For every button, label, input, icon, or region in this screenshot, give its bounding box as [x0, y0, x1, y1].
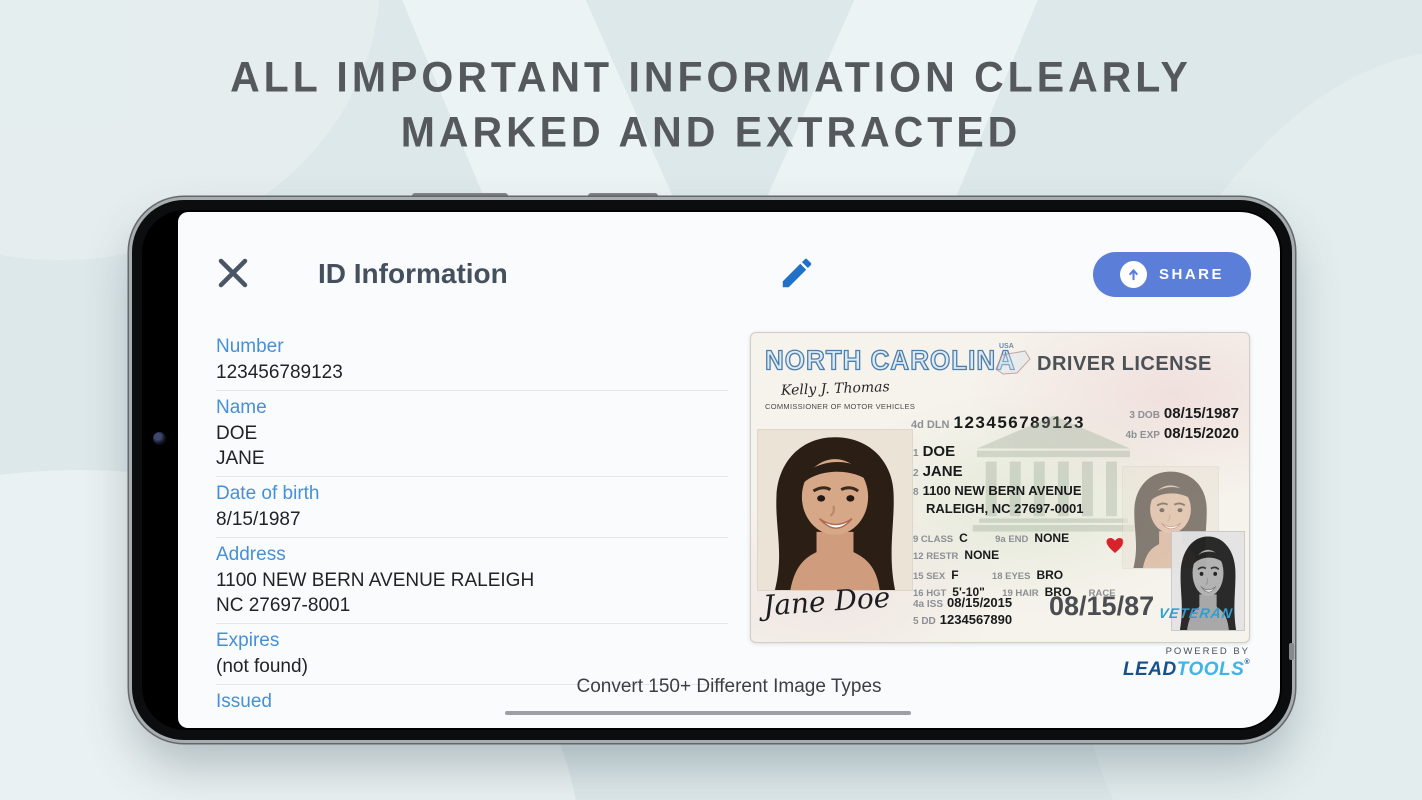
field-row-name: Name DOE JANE — [216, 395, 728, 477]
license-big-date: 08/15/87 — [1049, 591, 1155, 621]
field-value: 1100 NEW BERN AVENUE RALEIGH — [216, 570, 535, 591]
exp-value: 08/15/2020 — [1163, 425, 1239, 442]
share-button[interactable]: SHARE — [1093, 252, 1251, 297]
driver-license-image: NORTH CAROLINA USA DRIVER LICENSE Kelly … — [750, 332, 1250, 643]
footer-tagline: Convert 150+ Different Image Types — [576, 676, 882, 697]
screen-title: ID Information — [318, 258, 508, 289]
page-title-line2: MARKED AND EXTRACTED — [400, 108, 1022, 156]
class-label: 9 CLASS — [913, 534, 954, 545]
share-arrow-icon — [1119, 261, 1147, 288]
field-label: Address — [216, 544, 286, 565]
restr-label: 12 RESTR — [913, 550, 959, 562]
license-dd: 5 DD 1234567890 — [913, 612, 1012, 627]
nc-state-outline-icon — [995, 350, 1031, 375]
divider — [216, 537, 728, 538]
commissioner-signature: Kelly J. Thomas — [780, 379, 890, 399]
field-row-address: Address 1100 NEW BERN AVENUE RALEIGH NC … — [216, 542, 728, 624]
last-name-num: 1 — [913, 448, 919, 459]
field-value: JANE — [216, 448, 265, 469]
antenna-line — [1289, 643, 1294, 660]
license-dates: 3 DOB 08/15/1987 4b EXP 08/15/2020 — [1125, 405, 1239, 445]
end-value: NONE — [1034, 531, 1070, 545]
first-name: JANE — [922, 463, 963, 480]
page-title: ALL IMPORTANT INFORMATION CLEARLY MARKED… — [0, 50, 1422, 160]
commissioner-title: COMMISSIONER OF MOTOR VEHICLES — [765, 402, 916, 411]
restr-value: NONE — [964, 547, 1000, 562]
license-state-name: NORTH CAROLINA — [764, 344, 1016, 377]
field-label: Date of birth — [216, 483, 320, 504]
registered-mark: ® — [1244, 659, 1250, 666]
sex-value: F — [951, 568, 959, 582]
field-row-dob: Date of birth 8/15/1987 — [216, 481, 728, 538]
first-name-num: 2 — [913, 468, 919, 479]
divider — [216, 623, 728, 624]
last-name: DOE — [922, 443, 956, 460]
license-issue-date: 4a ISS 08/15/2015 — [913, 595, 1012, 610]
field-label: Number — [216, 336, 284, 357]
app-bar: ID Information SHARE — [178, 212, 1280, 312]
field-value: NC 27697-8001 — [216, 595, 351, 616]
license-portrait-photo — [757, 429, 913, 591]
license-doc-type: DRIVER LICENSE — [1037, 353, 1212, 375]
dob-value: 08/15/1987 — [1163, 405, 1239, 422]
eyes-label: 18 EYES — [991, 571, 1031, 582]
dln-label: 4d DLN — [911, 419, 950, 431]
iss-label: 4a ISS — [913, 599, 944, 610]
share-button-label: SHARE — [1158, 266, 1224, 283]
license-address: 8 1100 NEW BERN AVENUE RALEIGH, NC 27697-… — [913, 483, 1084, 517]
address-line2: RALEIGH, NC 27697-0001 — [926, 501, 1084, 516]
divider — [216, 390, 728, 391]
camera-icon — [153, 432, 166, 445]
field-value: 8/15/1987 — [216, 509, 301, 530]
dd-value: 1234567890 — [939, 612, 1013, 627]
dd-label: 5 DD — [913, 616, 936, 627]
class-value: C — [959, 531, 968, 545]
home-indicator[interactable] — [505, 711, 911, 715]
address-num: 8 — [913, 487, 919, 498]
license-name-block: 1 DOE 2 JANE — [913, 443, 963, 483]
end-label: 9a END — [995, 534, 1029, 545]
field-row-number: Number 123456789123 — [216, 334, 728, 391]
sex-label: 15 SEX — [913, 571, 946, 582]
field-value: 123456789123 — [216, 362, 343, 383]
phone-frame: ID Information SHARE Number 123456789123… — [132, 200, 1292, 740]
veteran-badge: VETERAN — [1157, 605, 1235, 621]
capitol-watermark — [972, 415, 1135, 532]
field-value: DOE — [216, 423, 258, 444]
address-line1: 1100 NEW BERN AVENUE — [922, 483, 1082, 498]
close-icon[interactable] — [214, 254, 252, 292]
edit-icon[interactable] — [778, 254, 816, 292]
marketing-screenshot: ALL IMPORTANT INFORMATION CLEARLY MARKED… — [0, 0, 1422, 800]
eyes-value: BRO — [1036, 568, 1064, 582]
powered-by-label: POWERED BY — [1165, 646, 1250, 657]
field-label: Name — [216, 397, 267, 418]
phone-screen: ID Information SHARE Number 123456789123… — [142, 210, 1282, 730]
divider — [216, 476, 728, 477]
field-label: Expires — [216, 630, 280, 651]
page-title-line1: ALL IMPORTANT INFORMATION CLEARLY — [230, 53, 1192, 101]
id-information-screen: ID Information SHARE Number 123456789123… — [178, 212, 1280, 728]
extracted-fields-list: Number 123456789123 Name DOE JANE Date o… — [216, 334, 728, 715]
iss-value: 08/15/2015 — [947, 595, 1013, 610]
